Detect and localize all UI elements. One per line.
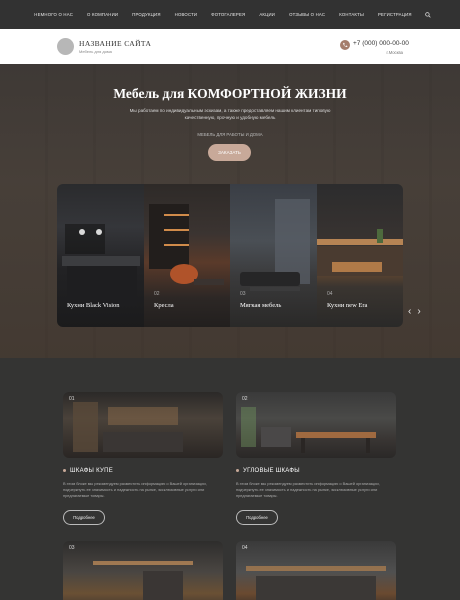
- product-image[interactable]: 04: [236, 541, 396, 600]
- category-card-new-era[interactable]: 04 Кухни new Era: [317, 184, 403, 327]
- nav-item-contacts[interactable]: КОНТАКТЫ: [332, 12, 371, 17]
- product-card-wardrobes: 01 ШКАФЫ КУПЕ В этом блоке мы рекомендуе…: [63, 392, 223, 532]
- phone-icon: [340, 40, 350, 50]
- product-card-corner-wardrobes: 02 УГЛОВЫЕ ШКАФЫ В этом блоке мы рекомен…: [236, 392, 396, 532]
- hero-section: Мебель для КОМФОРТНОЙ ЖИЗНИ Мы работаем …: [0, 64, 460, 358]
- card-caption: Мягкая мебель: [240, 302, 282, 309]
- top-navigation: НЕМНОГО О НАС О КОМПАНИИ ПРОДУКЦИЯ НОВОС…: [0, 0, 460, 29]
- product-number: 03: [69, 545, 75, 551]
- product-description: В этом блоке мы рекомендуем разместить и…: [236, 481, 380, 499]
- product-card-4: 04: [236, 541, 396, 600]
- chevron-right-icon[interactable]: ›: [417, 306, 420, 317]
- product-number: 04: [242, 545, 248, 551]
- category-card-armchairs[interactable]: 02 Кресла: [144, 184, 230, 327]
- product-title-text: ШКАФЫ КУПЕ: [70, 468, 114, 474]
- product-image[interactable]: 03: [63, 541, 223, 600]
- order-button[interactable]: ЗАКАЗАТЬ: [208, 144, 251, 161]
- product-number: 02: [242, 396, 248, 402]
- bullet-icon: [63, 468, 66, 472]
- product-description: В этом блоке мы рекомендуем разместить и…: [63, 481, 207, 499]
- product-title-text: УГЛОВЫЕ ШКАФЫ: [243, 468, 300, 474]
- nav-item-gallery[interactable]: ФОТОГАЛЕРЕЯ: [204, 12, 252, 17]
- logo[interactable]: [57, 38, 74, 55]
- bullet-icon: [236, 468, 239, 472]
- nav-item-reviews[interactable]: ОТЗЫВЫ О НАС: [282, 12, 332, 17]
- nav-item-company[interactable]: О КОМПАНИИ: [80, 12, 125, 17]
- search-icon[interactable]: [423, 10, 433, 20]
- details-button[interactable]: Подробнее: [63, 510, 105, 525]
- site-tagline: Мебель для дома: [79, 49, 112, 54]
- product-image[interactable]: 01: [63, 392, 223, 458]
- category-carousel: Кухни Black Vision 02 Кресла 03 Мягкая м…: [57, 184, 403, 327]
- chevron-left-icon[interactable]: ‹: [408, 306, 411, 317]
- category-card-black-vision[interactable]: Кухни Black Vision: [57, 184, 144, 327]
- product-number: 01: [69, 396, 75, 402]
- product-image[interactable]: 02: [236, 392, 396, 458]
- product-title: УГЛОВЫЕ ШКАФЫ: [236, 468, 300, 474]
- phone-number[interactable]: +7 (000) 000-00-00: [353, 40, 409, 47]
- nav-item-about-us[interactable]: НЕМНОГО О НАС: [27, 12, 80, 17]
- site-name[interactable]: НАЗВАНИЕ САЙТА: [79, 39, 151, 48]
- city-label: г.Москва: [386, 50, 403, 55]
- card-number: 04: [327, 291, 333, 297]
- carousel-controls: ‹ ›: [408, 301, 438, 321]
- nav-item-promotions[interactable]: АКЦИИ: [252, 12, 282, 17]
- product-title: ШКАФЫ КУПЕ: [63, 468, 113, 474]
- site-header: НАЗВАНИЕ САЙТА Мебель для дома +7 (000) …: [0, 29, 460, 64]
- nav-item-news[interactable]: НОВОСТИ: [168, 12, 205, 17]
- details-button[interactable]: Подробнее: [236, 510, 278, 525]
- card-number: 03: [240, 291, 246, 297]
- hero-title: Мебель для КОМФОРТНОЙ ЖИЗНИ: [113, 86, 347, 101]
- hero-description: Мы работаем по индивидуальным эскизам, а…: [129, 108, 331, 120]
- card-caption: Кухни Black Vision: [67, 302, 120, 309]
- category-card-soft-furniture[interactable]: 03 Мягкая мебель: [230, 184, 317, 327]
- product-card-3: 03: [63, 541, 223, 600]
- card-caption: Кухни new Era: [327, 302, 368, 309]
- hero-kicker: МЕБЕЛЬ ДЛЯ РАБОТЫ И ДОМА: [197, 132, 263, 137]
- nav-item-products[interactable]: ПРОДУКЦИЯ: [125, 12, 167, 17]
- card-caption: Кресла: [154, 302, 174, 309]
- card-number: 02: [154, 291, 160, 297]
- nav-item-registration[interactable]: РЕГИСТРАЦИЯ: [371, 12, 419, 17]
